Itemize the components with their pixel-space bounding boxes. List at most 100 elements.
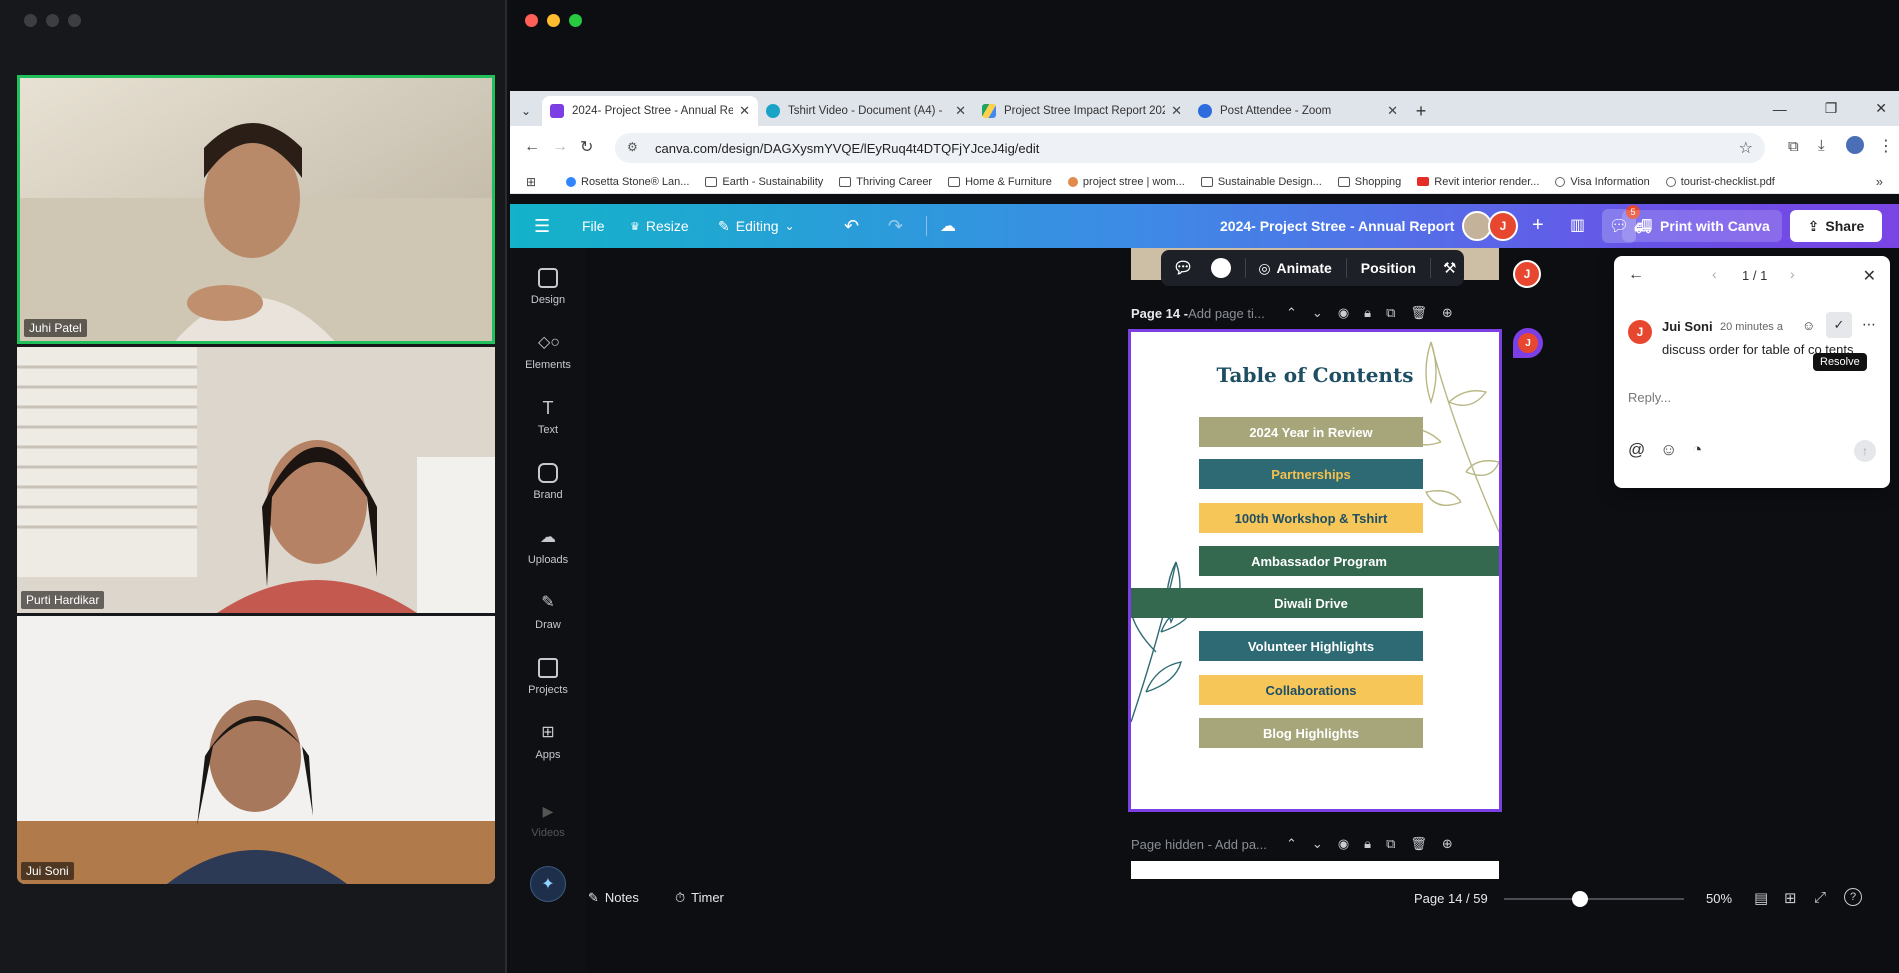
bookmark-sustainable[interactable]: Sustainable Design... xyxy=(1200,176,1322,188)
paint-roller-icon[interactable]: ⚒ xyxy=(1443,259,1456,277)
document-title[interactable]: 2024- Project Stree - Annual Report xyxy=(1220,218,1454,234)
rail-brand[interactable]: Brand xyxy=(510,463,586,501)
tab-close-icon[interactable]: ✕ xyxy=(1171,103,1182,119)
minimize-dot[interactable] xyxy=(547,14,560,27)
delete-page-icon[interactable]: 🗑︎ xyxy=(1410,305,1427,321)
reply-input[interactable]: Reply... xyxy=(1628,390,1671,405)
rail-design[interactable]: Design xyxy=(510,268,586,306)
bookmark-thriving[interactable]: Thriving Career xyxy=(839,176,932,188)
close-panel-icon[interactable]: ✕ xyxy=(1863,266,1876,286)
tab-close-icon[interactable]: ✕ xyxy=(955,103,966,119)
help-icon[interactable]: ? xyxy=(1844,888,1862,906)
forward-arrow-icon[interactable]: → xyxy=(552,138,568,156)
pages-view-icon[interactable]: ▤ xyxy=(1754,889,1768,907)
zoom-minimize-dot[interactable] xyxy=(46,14,59,27)
add-page-icon[interactable]: ⊕ xyxy=(1442,305,1453,321)
rail-text[interactable]: T Text xyxy=(510,398,586,436)
comment-more-icon[interactable]: ⋯ xyxy=(1862,316,1876,333)
add-page-icon[interactable]: ⊕ xyxy=(1442,836,1453,852)
animate-button[interactable]: ◎ Animate xyxy=(1258,260,1331,277)
hidden-page-label[interactable]: Page hidden - Add pa... xyxy=(1131,837,1267,852)
sticker-icon[interactable]: ◔ xyxy=(1692,440,1702,460)
editing-mode-dropdown[interactable]: ✎ Editing ⌄ xyxy=(718,218,795,235)
toc-item-year-in-review[interactable]: 2024 Year in Review xyxy=(1199,417,1423,447)
profile-avatar-icon[interactable] xyxy=(1846,136,1864,154)
rail-draw[interactable]: ✎ Draw xyxy=(510,593,586,631)
color-swatch-white[interactable] xyxy=(1211,258,1232,278)
resolve-check-icon[interactable]: ✓ xyxy=(1826,312,1852,338)
toc-item-collaborations[interactable]: Collaborations xyxy=(1199,675,1423,705)
insights-chart-icon[interactable]: ▥ xyxy=(1570,215,1585,235)
rail-uploads[interactable]: ☁ Uploads xyxy=(510,528,586,566)
add-collaborator-plus-icon[interactable]: + xyxy=(1532,214,1544,237)
cloud-saved-icon[interactable]: ☁ xyxy=(940,216,956,236)
tab-search-chevron-icon[interactable]: ⌄ xyxy=(510,96,542,126)
timer-button[interactable]: ⏱︎ Timer xyxy=(675,890,724,906)
bookmark-rosetta[interactable]: Rosetta Stone® Lan... xyxy=(566,176,689,188)
collaborator-avatar-j[interactable]: J xyxy=(1488,211,1518,241)
bookmark-earth[interactable]: Earth - Sustainability xyxy=(705,176,823,188)
tab-impact-report[interactable]: Project Stree Impact Report 202 ✕ xyxy=(974,96,1190,126)
resize-button[interactable]: ♛ Resize xyxy=(630,218,689,234)
rail-videos[interactable]: ▶ Videos xyxy=(510,801,586,839)
zoom-maximize-dot[interactable] xyxy=(68,14,81,27)
share-button[interactable]: ⇪ Share xyxy=(1790,210,1882,242)
mention-at-icon[interactable]: @ xyxy=(1628,440,1645,460)
rail-projects[interactable]: Projects xyxy=(510,658,586,696)
participant-tile-3[interactable]: Jui Soni xyxy=(17,616,495,884)
print-with-canva-button[interactable]: 🚚︎ Print with Canva xyxy=(1622,210,1782,242)
more-bookmarks-icon[interactable]: » xyxy=(1876,174,1883,189)
send-reply-icon[interactable]: ↑ xyxy=(1854,440,1876,462)
next-comment-chevron-icon[interactable]: › xyxy=(1790,266,1795,282)
maximize-dot[interactable] xyxy=(569,14,582,27)
bookmark-project-stree[interactable]: project stree | wom... xyxy=(1067,176,1185,188)
zoom-slider-track[interactable] xyxy=(1504,891,1684,907)
show-page-icon[interactable]: ◉ xyxy=(1338,836,1349,852)
move-page-down-icon[interactable]: ⌄ xyxy=(1312,305,1323,321)
toc-item-diwali-drive[interactable]: Diwali Drive xyxy=(1131,588,1423,618)
grid-view-icon[interactable]: ⊞ xyxy=(1784,889,1797,907)
duplicate-page-icon[interactable]: ⧉ xyxy=(1386,305,1395,321)
window-close-icon[interactable]: ✕ xyxy=(1875,100,1887,117)
notes-button[interactable]: ✎ Notes xyxy=(588,890,639,906)
redo-icon[interactable]: ↷ xyxy=(888,216,903,237)
comment-pin-avatar[interactable]: J xyxy=(1513,260,1541,288)
window-minimize-icon[interactable]: — xyxy=(1773,101,1787,117)
design-page-14[interactable]: Table of Contents 2024 Year in Review Pa… xyxy=(1128,329,1502,812)
close-dot[interactable] xyxy=(525,14,538,27)
bookmark-home[interactable]: Home & Furniture xyxy=(948,176,1052,188)
bookmark-tourist[interactable]: tourist-checklist.pdf xyxy=(1665,176,1775,188)
add-reaction-icon[interactable]: ☺ xyxy=(1802,318,1815,333)
extensions-icon[interactable]: ⧉ xyxy=(1788,138,1799,155)
bookmark-revit[interactable]: Revit interior render... xyxy=(1417,176,1539,188)
move-page-down-icon[interactable]: ⌄ xyxy=(1312,836,1323,852)
zoom-slider-knob[interactable] xyxy=(1571,891,1588,907)
page-indicator[interactable]: Page 14 / 59 xyxy=(1414,891,1488,906)
position-button[interactable]: Position xyxy=(1361,260,1416,276)
toc-heading[interactable]: Table of Contents xyxy=(1131,363,1499,387)
hide-page-icon[interactable]: ◉ xyxy=(1338,305,1349,321)
downloads-icon[interactable]: ⤓ xyxy=(1818,137,1825,154)
bookmark-shopping[interactable]: Shopping xyxy=(1337,176,1401,188)
tab-zoom-post-attendee[interactable]: Post Attendee - Zoom ✕ xyxy=(1190,96,1406,126)
apps-grid-icon[interactable]: ⊞ xyxy=(526,175,536,189)
fullscreen-icon[interactable]: ⤢ xyxy=(1814,889,1826,906)
delete-page-icon[interactable]: 🗑︎ xyxy=(1410,836,1427,852)
tab-close-icon[interactable]: ✕ xyxy=(739,103,750,119)
reload-icon[interactable]: ↻ xyxy=(580,137,593,157)
toc-item-blog-highlights[interactable]: Blog Highlights xyxy=(1199,718,1423,748)
ai-comment-icon[interactable]: 💬︎ xyxy=(1173,258,1193,278)
move-page-up-icon[interactable]: ⌃ xyxy=(1286,836,1297,852)
emoji-icon[interactable]: ☺ xyxy=(1660,440,1677,460)
new-tab-plus-icon[interactable]: + xyxy=(1406,96,1436,126)
duplicate-page-icon[interactable]: ⧉ xyxy=(1386,836,1395,852)
window-restore-icon[interactable]: ❐ xyxy=(1825,100,1838,117)
tab-tshirt-video[interactable]: Tshirt Video - Document (A4) - ✕ xyxy=(758,96,974,126)
back-arrow-icon[interactable]: ← xyxy=(524,138,540,156)
participant-tile-2[interactable]: Purti Hardikar xyxy=(17,347,495,613)
toc-item-partnerships[interactable]: Partnerships xyxy=(1199,459,1423,489)
toc-item-100th-workshop[interactable]: 100th Workshop & Tshirt xyxy=(1199,503,1423,533)
bookmark-visa[interactable]: Visa Information xyxy=(1555,176,1650,188)
bookmark-star-icon[interactable]: ☆ xyxy=(1739,138,1753,158)
participant-tile-1[interactable]: Juhi Patel xyxy=(17,75,495,344)
